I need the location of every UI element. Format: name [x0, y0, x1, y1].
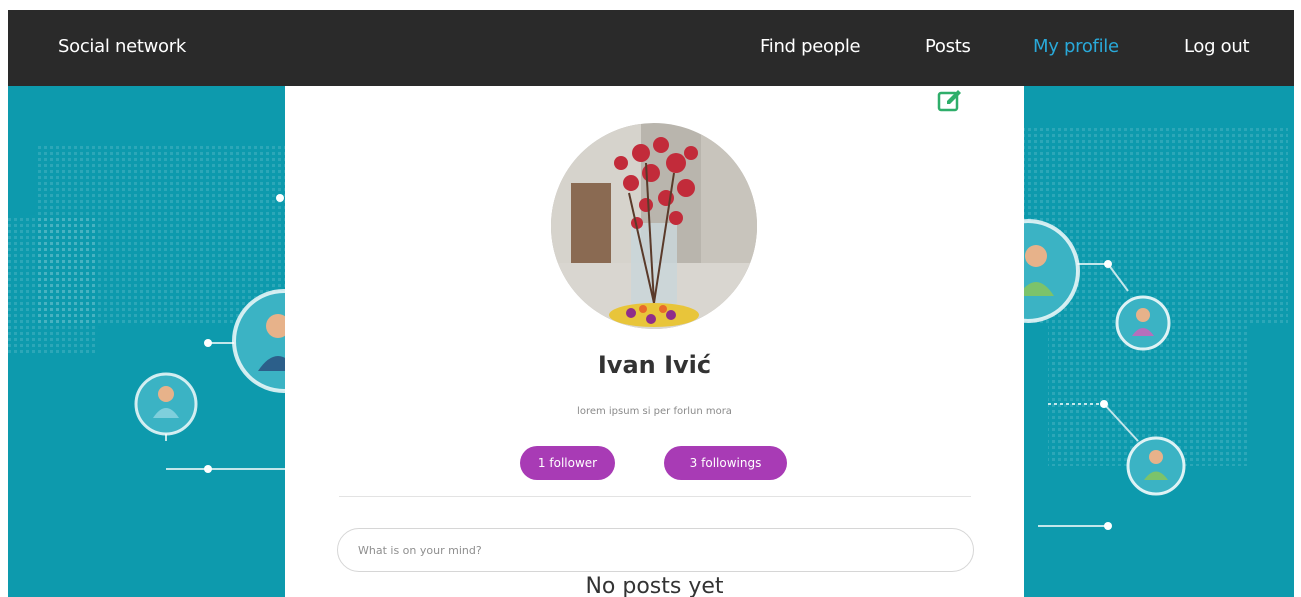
person-node-icon — [1115, 295, 1171, 351]
navbar: Social network Find people Posts My prof… — [8, 10, 1294, 86]
profile-bio: lorem ipsum si per forlun mora — [577, 406, 732, 417]
followers-button[interactable]: 1 follower — [520, 446, 615, 480]
profile-name: Ivan Ivić — [597, 351, 712, 379]
person-node-icon — [1126, 436, 1186, 496]
edit-square-icon[interactable] — [936, 88, 968, 114]
profile-card: Ivan Ivić lorem ipsum si per forlun mora… — [285, 86, 1024, 597]
nav-link-posts[interactable]: Posts — [925, 36, 971, 57]
nav-link-log-out[interactable]: Log out — [1184, 36, 1250, 57]
nav-link-my-profile[interactable]: My profile — [1033, 36, 1119, 57]
avatar — [551, 123, 757, 329]
app-frame: Social network Find people Posts My prof… — [8, 10, 1294, 597]
divider — [339, 496, 971, 497]
followings-button[interactable]: 3 followings — [664, 446, 787, 480]
no-posts-message: No posts yet — [585, 574, 724, 597]
brand-link[interactable]: Social network — [58, 36, 186, 57]
post-composer-input[interactable] — [337, 528, 974, 572]
nav-link-find-people[interactable]: Find people — [760, 36, 861, 57]
person-node-icon — [134, 372, 198, 436]
